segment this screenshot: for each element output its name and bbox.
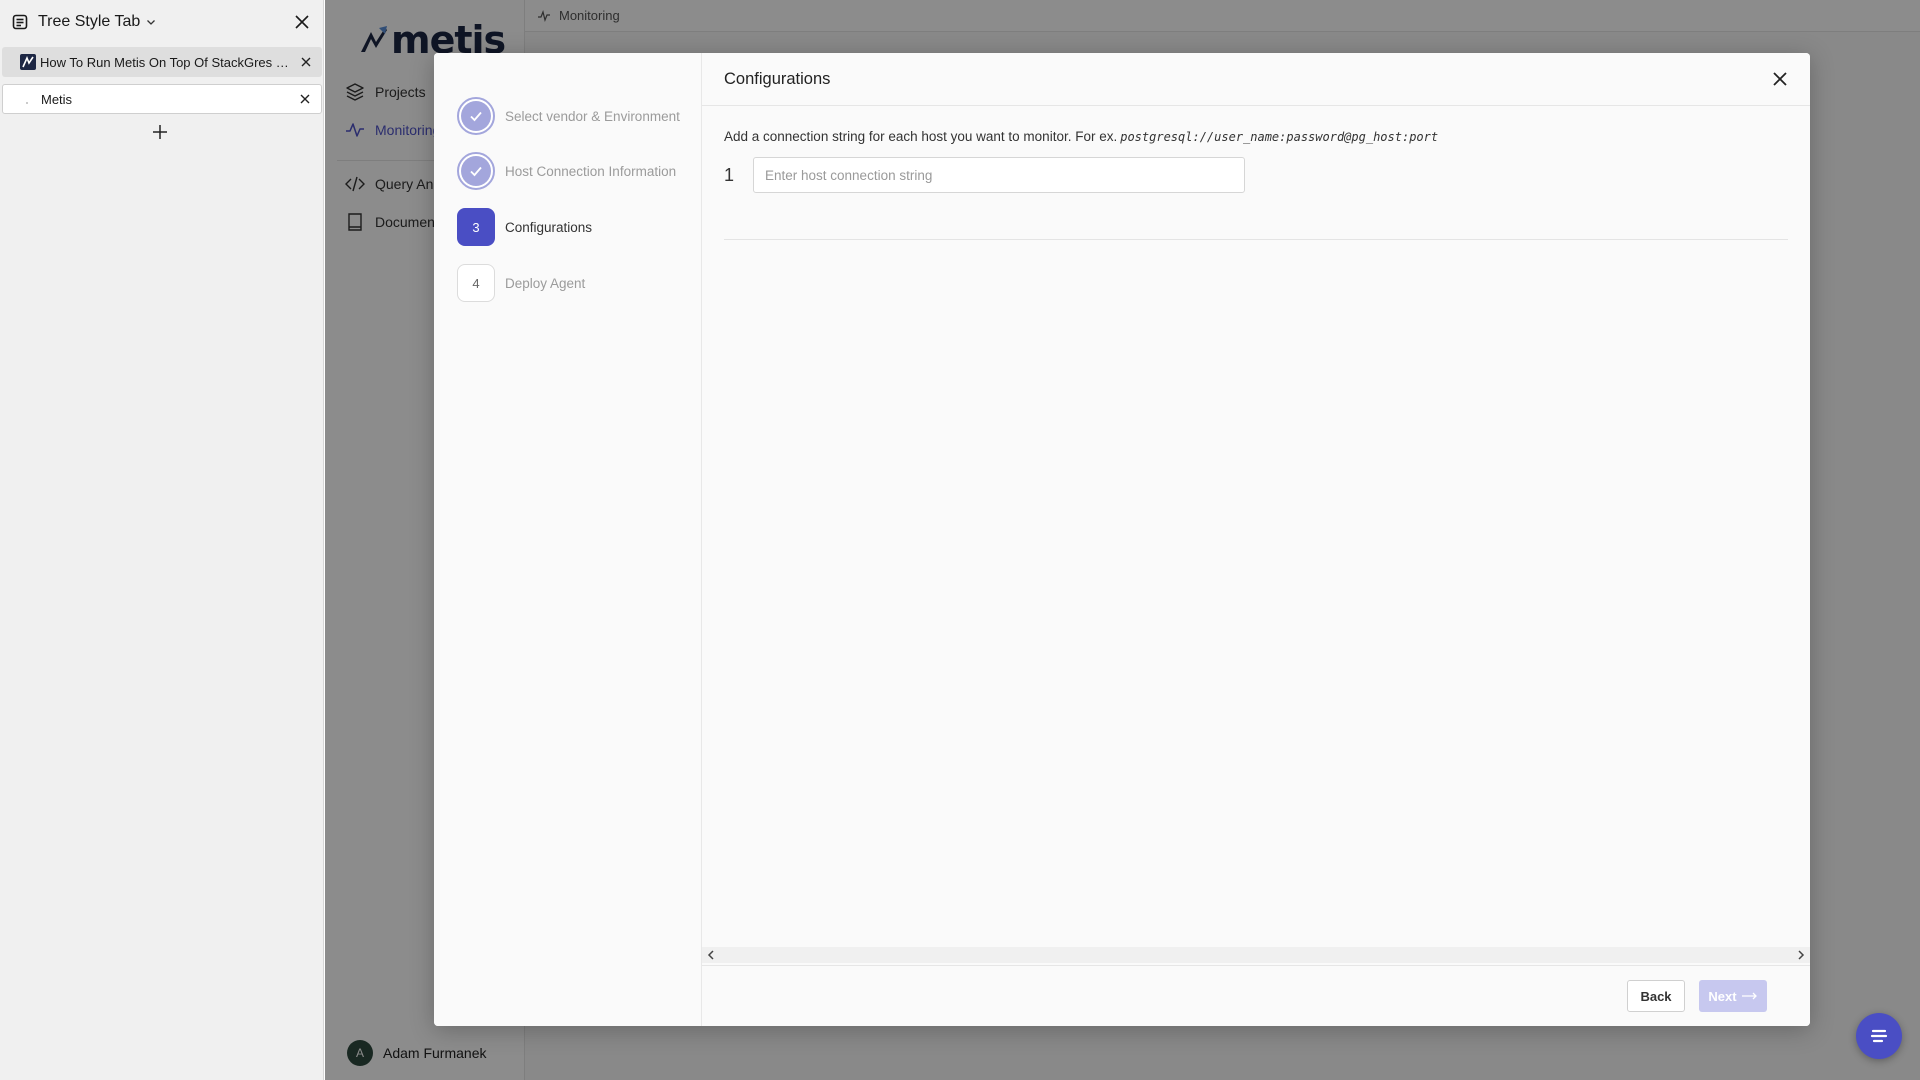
tab-item-active[interactable]: Metis [2, 84, 322, 114]
host-row-number: 1 [724, 165, 735, 185]
next-button[interactable]: Next [1699, 980, 1767, 1012]
tree-style-tab-icon [12, 14, 28, 30]
tst-header: Tree Style Tab [0, 0, 323, 44]
step-label: Host Connection Information [505, 163, 677, 179]
modal-content: Configurations Add a connection string f… [702, 53, 1810, 1026]
next-button-label: Next [1708, 988, 1737, 1004]
chat-icon [1870, 1029, 1888, 1043]
modal-header: Configurations [702, 53, 1810, 106]
arrow-right-icon [1741, 992, 1757, 1000]
tab-item[interactable]: How To Run Metis On Top Of StackGres | M… [2, 47, 322, 77]
step-complete-badge [457, 97, 495, 135]
loading-favicon-icon [26, 102, 28, 104]
close-tab-icon[interactable] [300, 56, 312, 68]
scroll-right-arrow-icon[interactable] [1796, 950, 1806, 960]
tab-title: How To Run Metis On Top Of StackGres | M… [40, 54, 292, 70]
scroll-left-arrow-icon[interactable] [706, 950, 716, 960]
step-complete-badge [457, 152, 495, 190]
step-configurations[interactable]: 3 Configurations [457, 208, 592, 246]
example-connection-string: postgresql://user_name:password@pg_host:… [1120, 130, 1439, 144]
wizard-stepper: Select vendor & Environment Host Connect… [434, 53, 702, 1026]
instructions-label: Add a connection string for each host yo… [724, 129, 1118, 144]
chat-support-button[interactable] [1856, 1013, 1902, 1059]
modal-footer: Back Next [702, 965, 1810, 1026]
host-connection-string-input[interactable] [753, 157, 1245, 193]
step-deploy-agent[interactable]: 4 Deploy Agent [457, 264, 585, 302]
instructions-text: Add a connection string for each host yo… [724, 129, 1438, 144]
modal-title: Configurations [724, 69, 831, 88]
check-icon [470, 111, 482, 122]
step-select-vendor[interactable]: Select vendor & Environment [457, 97, 680, 135]
step-label: Configurations [505, 219, 593, 235]
close-icon[interactable] [293, 13, 311, 31]
horizontal-scrollbar[interactable] [702, 947, 1810, 963]
tree-style-tab-sidebar: Tree Style Tab How To Run Metis On Top O… [0, 0, 324, 1080]
close-tab-icon[interactable] [299, 93, 311, 105]
step-host-connection[interactable]: Host Connection Information [457, 152, 676, 190]
step-number-badge: 4 [457, 264, 495, 302]
step-number-badge: 3 [457, 208, 495, 246]
add-host-modal: Select vendor & Environment Host Connect… [434, 53, 1810, 1026]
section-divider [724, 239, 1788, 240]
close-icon[interactable] [1772, 71, 1788, 87]
tst-title[interactable]: Tree Style Tab [38, 13, 140, 31]
back-button[interactable]: Back [1627, 980, 1685, 1012]
chevron-down-icon[interactable] [146, 17, 156, 27]
step-label: Deploy Agent [505, 275, 586, 291]
metis-favicon-icon [20, 54, 36, 70]
new-tab-plus-icon[interactable] [152, 124, 168, 140]
tab-title: Metis [41, 91, 73, 107]
check-icon [470, 166, 482, 177]
step-label: Select vendor & Environment [505, 108, 680, 124]
